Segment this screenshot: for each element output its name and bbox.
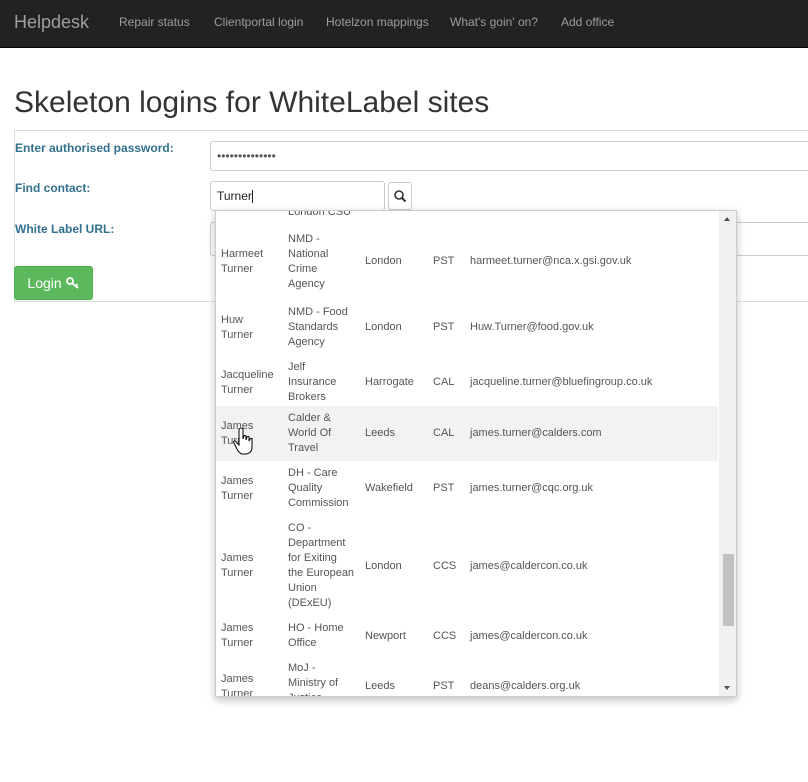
contact-city: Leeds xyxy=(365,427,395,439)
top-navbar: Helpdesk Repair status Clientportal logi… xyxy=(0,0,808,48)
contact-result-row[interactable]: James Turner CO - Department for Exiting the … xyxy=(216,516,718,616)
brand-link[interactable]: Helpdesk xyxy=(14,12,89,33)
contact-autocomplete-dropdown[interactable]: London CSU Harmeet Turner NMD - National Crim… xyxy=(215,210,737,697)
contact-code: CCS xyxy=(433,629,457,642)
contact-result-row[interactable]: Jacqueline Turner Jelf Insurance Brokers Harr… xyxy=(216,355,718,410)
contact-email: james.turner@cqc.org.uk xyxy=(470,482,594,494)
contact-result-row[interactable]: London CSU xyxy=(216,210,718,223)
contact-city: Wakefield xyxy=(365,482,413,494)
nav-hotelzon-mappings[interactable]: Hotelzon mappings xyxy=(326,15,429,29)
contact-company: CO - Department for Exiting the European Uni… xyxy=(288,522,355,609)
hand-cursor-icon xyxy=(233,428,253,455)
contact-email: Huw.Turner@food.gov.uk xyxy=(470,321,594,333)
search-icon xyxy=(394,190,407,203)
password-input[interactable]: •••••••••••••• xyxy=(210,141,808,171)
url-label: White Label URL: xyxy=(15,222,115,236)
nav-whats-goin-on[interactable]: What's goin' on? xyxy=(450,15,538,29)
contact-company: DH - Care Quality Commission xyxy=(288,467,349,509)
contact-company: MoJ -Ministry ofJustice xyxy=(288,662,339,696)
contact-result-row[interactable]: Harmeet Turner NMD - National Crime Agency Lon… xyxy=(216,223,718,300)
contact-city: London xyxy=(365,255,402,267)
contact-search-input[interactable]: Turner xyxy=(210,181,385,211)
contact-email: harmeet.turner@nca.x.gsi.gov.uk xyxy=(470,255,632,267)
contact-code: PST xyxy=(433,321,455,333)
contact-result-row[interactable]: James Turner DH - Care Quality Commission Wak… xyxy=(216,461,718,516)
contact-city: Harrogate xyxy=(365,376,414,388)
scroll-up-arrow-icon[interactable] xyxy=(724,217,730,221)
contact-email: james@caldercon.co.uk xyxy=(470,629,588,642)
contact-search-value: Turner xyxy=(217,189,252,203)
contact-name: James Turner xyxy=(221,474,254,502)
contact-code: CAL xyxy=(433,376,455,388)
contact-company: Jelf Insurance Brokers xyxy=(288,361,337,403)
contact-name: James Turner xyxy=(221,622,254,649)
nav-add-office[interactable]: Add office xyxy=(561,15,614,29)
contact-result-row[interactable]: James Turner HO - Home Office Newport CCS jame… xyxy=(216,616,718,656)
login-button[interactable]: Login xyxy=(14,266,93,300)
contact-result-row[interactable]: Huw Turner NMD - Food Standards Agency London… xyxy=(216,300,718,355)
scroll-down-arrow-icon[interactable] xyxy=(724,686,730,690)
contact-code: PST xyxy=(433,680,455,692)
contact-code: PST xyxy=(433,255,455,267)
contact-city: London xyxy=(365,559,402,572)
dropdown-scrollbar[interactable] xyxy=(719,211,736,696)
contact-result-row[interactable]: James Turner Calder & World Of Travel Leeds CA… xyxy=(216,406,718,461)
contact-code: PST xyxy=(433,482,455,494)
contact-city: Newport xyxy=(365,629,406,642)
contact-city: London xyxy=(365,321,402,333)
page-title: Skeleton logins for WhiteLabel sites xyxy=(14,86,490,119)
password-label: Enter authorised password: xyxy=(15,141,174,155)
contact-result-row[interactable]: JamesTurner MoJ -Ministry ofJustice Leeds P… xyxy=(216,659,718,697)
contact-label: Find contact: xyxy=(15,181,91,195)
login-label: Login xyxy=(27,275,62,291)
contact-name: James Turner xyxy=(221,552,254,579)
contact-company: HO - Home Office xyxy=(288,622,344,649)
contact-name: Harmeet Turner xyxy=(221,247,264,275)
key-icon xyxy=(65,277,79,289)
contact-search-button[interactable] xyxy=(388,182,412,210)
contact-code: CAL xyxy=(433,427,455,439)
scrollbar-thumb[interactable] xyxy=(723,554,734,626)
contact-company: London CSU xyxy=(288,210,351,218)
text-cursor xyxy=(251,190,253,204)
contact-email: james@caldercon.co.uk xyxy=(470,559,588,572)
contact-name: Huw Turner xyxy=(221,313,253,341)
contact-name: James Turner xyxy=(221,672,254,697)
contact-email: james.turner@calders.com xyxy=(470,427,602,439)
nav-repair-status[interactable]: Repair status xyxy=(119,15,190,29)
contact-company: NMD - Food Standards Agency xyxy=(288,306,348,348)
contact-email: jacqueline.turner@bluefingroup.co.uk xyxy=(470,376,653,388)
nav-clientportal-login[interactable]: Clientportal login xyxy=(214,15,303,29)
contact-company: Calder & World Of Travel xyxy=(288,412,332,454)
contact-code: CCS xyxy=(433,559,457,572)
contact-name: Jacqueline Turner xyxy=(221,368,274,396)
contact-city: Leeds xyxy=(365,680,395,692)
contact-email: deans@calders.org.uk xyxy=(470,680,581,692)
contact-company: NMD - National Crime Agency xyxy=(288,232,329,290)
